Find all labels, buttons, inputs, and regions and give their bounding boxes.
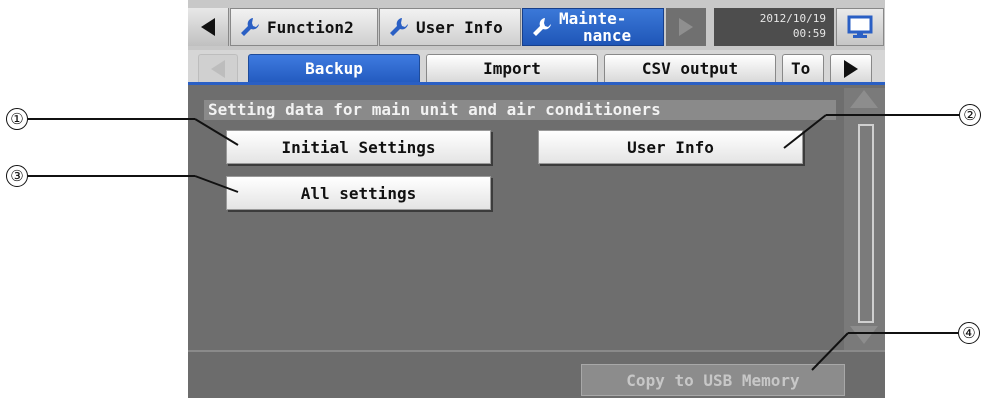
callout-line-1-diag: [194, 118, 239, 146]
callout-line-3-diag: [194, 175, 239, 193]
callout-1: ①: [6, 108, 28, 130]
callout-line-2-diag: [783, 114, 827, 149]
callout-2: ②: [959, 104, 981, 126]
callout-4: ④: [958, 322, 980, 344]
callout-3: ③: [6, 165, 28, 187]
callout-line-4-diag: [811, 332, 849, 371]
callout-lines: [28, 114, 959, 371]
